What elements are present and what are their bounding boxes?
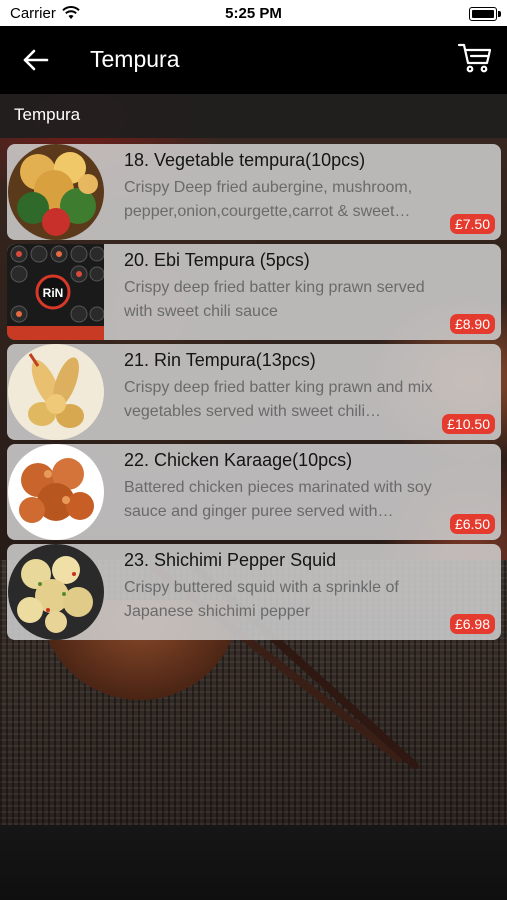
cart-button[interactable] <box>457 40 493 76</box>
item-description: Crispy Deep fried aubergine, mushroom, p… <box>124 179 413 220</box>
menu-item[interactable]: 22. Chicken Karaage(10pcs) Battered chic… <box>7 444 501 540</box>
item-description: Battered chicken pieces marinated with s… <box>124 479 432 520</box>
item-photo <box>8 144 104 240</box>
menu-item[interactable]: 23. Shichimi Pepper Squid Crispy buttere… <box>7 544 501 640</box>
menu-list: 18. Vegetable tempura(10pcs) Crispy Deep… <box>7 144 501 644</box>
item-photo <box>8 344 104 440</box>
menu-item[interactable]: 21. Rin Tempura(13pcs) Crispy deep fried… <box>7 344 501 440</box>
background-floor <box>0 825 507 900</box>
cart-icon <box>457 43 492 73</box>
page-title: Tempura <box>90 46 180 72</box>
clock: 5:25 PM <box>225 5 282 22</box>
item-title: 21. Rin Tempura(13pcs) <box>124 350 316 370</box>
price-badge: £8.90 <box>449 314 495 334</box>
menu-item[interactable]: RiN 20. Ebi Tempura (5pcs) Crispy deep f… <box>7 244 501 340</box>
battery-icon <box>469 7 501 21</box>
price-badge: £7.50 <box>449 214 495 234</box>
status-bar: Carrier 5:25 PM <box>0 0 507 26</box>
item-photo <box>8 444 104 540</box>
item-title: 18. Vegetable tempura(10pcs) <box>124 150 366 170</box>
price-badge: £6.98 <box>449 614 495 634</box>
item-photo: RiN <box>7 244 104 340</box>
price-badge: £10.50 <box>442 414 495 434</box>
price-badge: £6.50 <box>449 514 495 534</box>
item-title: 23. Shichimi Pepper Squid <box>124 550 337 570</box>
item-description: Crispy deep fried batter king prawn and … <box>124 379 433 420</box>
item-description: Crispy deep fried batter king prawn serv… <box>124 279 425 320</box>
item-photo <box>8 544 104 640</box>
category-label: Tempura <box>14 105 81 124</box>
item-title: 20. Ebi Tempura (5pcs) <box>124 250 310 270</box>
item-title: 22. Chicken Karaage(10pcs) <box>124 450 353 470</box>
menu-item[interactable]: 18. Vegetable tempura(10pcs) Crispy Deep… <box>7 144 501 240</box>
category-header: Tempura <box>0 94 507 138</box>
nav-bar: Tempura <box>0 26 507 94</box>
item-description: Crispy buttered squid with a sprinkle of… <box>124 579 399 620</box>
arrow-left-icon <box>23 49 49 71</box>
restaurant-logo: RiN <box>43 286 64 300</box>
back-button[interactable] <box>18 46 52 74</box>
